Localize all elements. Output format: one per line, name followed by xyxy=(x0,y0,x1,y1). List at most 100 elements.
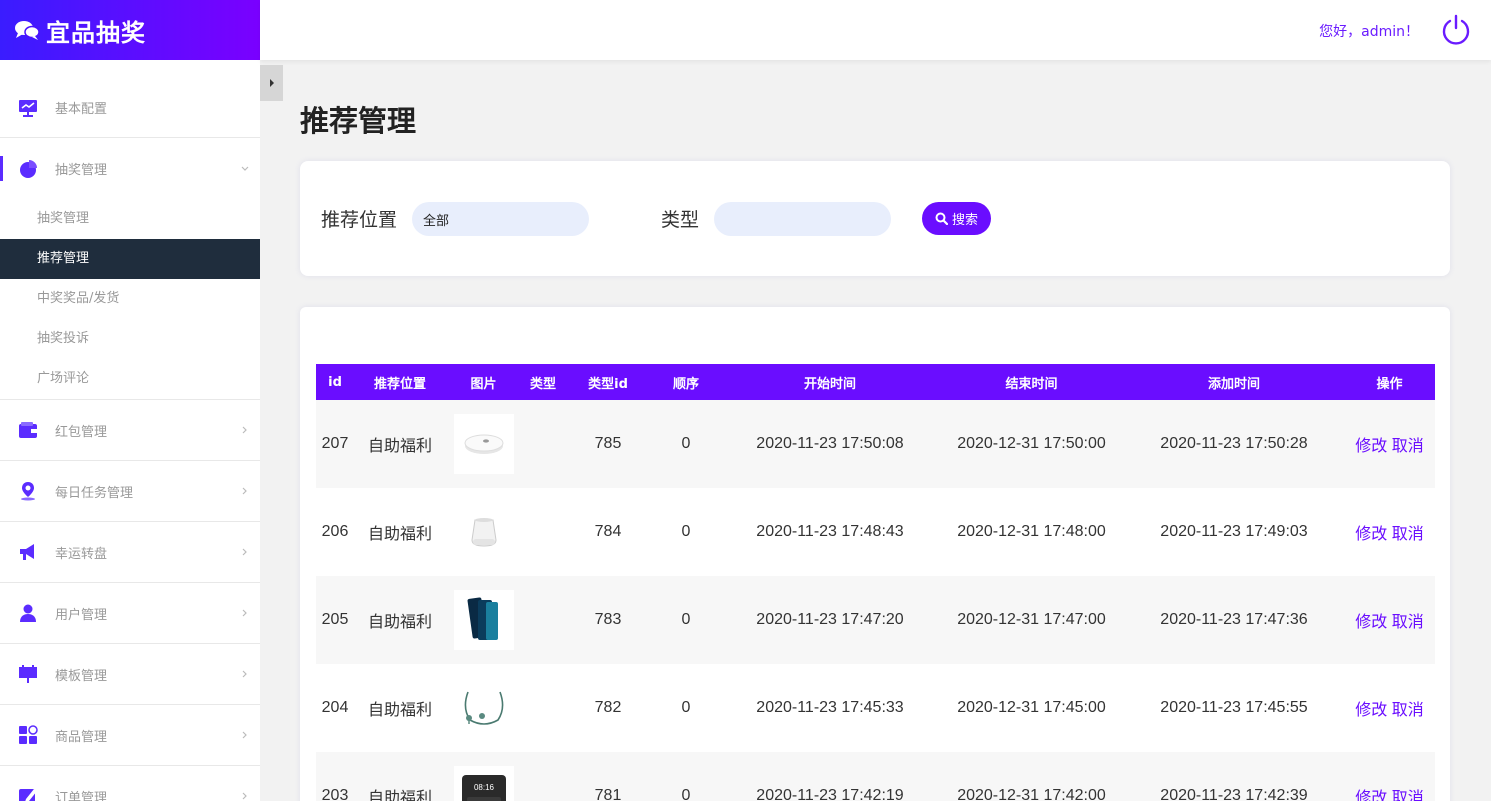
user-greeting[interactable]: 您好，admin！ xyxy=(1319,21,1419,41)
sidebar-collapse-toggle[interactable] xyxy=(260,65,283,101)
humidifier-image[interactable] xyxy=(453,502,514,562)
sidebar: 宜品抽奖 基本配置 抽奖管理 抽奖管理 推荐管理 中奖奖品/发货 抽奖投诉 广场… xyxy=(0,0,260,801)
caret-right-icon xyxy=(269,79,274,87)
type-filter-input[interactable] xyxy=(714,202,891,236)
cell-id: 206 xyxy=(321,523,349,540)
cell-image xyxy=(446,488,521,576)
submenu-item-complaints[interactable]: 抽奖投诉 xyxy=(0,319,260,359)
brand-header[interactable]: 宜品抽奖 xyxy=(0,0,260,60)
column-header-end-time[interactable]: 结束时间 xyxy=(939,364,1124,400)
sidebar-item-label: 抽奖管理 xyxy=(55,163,108,178)
cell-actions: 修改 取消 xyxy=(1344,400,1435,488)
search-button[interactable]: 搜索 xyxy=(922,202,991,235)
pie-chart-icon xyxy=(18,159,38,179)
search-button-label: 搜索 xyxy=(951,213,978,228)
sidebar-item-orders[interactable]: 订单管理 xyxy=(0,766,260,801)
power-icon[interactable] xyxy=(1440,14,1472,46)
cell-actions: 修改 取消 xyxy=(1344,576,1435,664)
cancel-link[interactable]: 取消 xyxy=(1392,438,1424,455)
cancel-link[interactable]: 取消 xyxy=(1392,702,1424,719)
cell-added-time: 2020-11-23 17:49:03 xyxy=(1160,523,1308,540)
cell-type xyxy=(521,488,565,576)
edit-link[interactable]: 修改 xyxy=(1355,526,1387,543)
filter-panel: 推荐位置 类型 搜索 xyxy=(300,161,1450,276)
cell-end-time: 2020-12-31 17:42:00 xyxy=(957,787,1106,801)
cell-type-id: 784 xyxy=(594,523,622,540)
column-header-type[interactable]: 类型 xyxy=(521,364,565,400)
cell-order: 0 xyxy=(681,787,691,801)
column-header-image[interactable]: 图片 xyxy=(446,364,521,400)
column-header-id[interactable]: id xyxy=(316,364,354,400)
cell-type xyxy=(521,400,565,488)
cell-end-time: 2020-12-31 17:45:00 xyxy=(957,699,1106,716)
chevron-right-icon xyxy=(242,548,247,556)
wallet-icon xyxy=(18,420,38,440)
edit-link[interactable]: 修改 xyxy=(1355,702,1387,719)
sidebar-menu: 基本配置 抽奖管理 抽奖管理 推荐管理 中奖奖品/发货 抽奖投诉 广场评论 红包… xyxy=(0,60,260,801)
cell-start-time: 2020-11-23 17:50:08 xyxy=(756,435,904,452)
sidebar-item-lucky-wheel[interactable]: 幸运转盘 xyxy=(0,522,260,583)
submenu-item-plaza-comments[interactable]: 广场评论 xyxy=(0,359,260,399)
cell-end-time: 2020-12-31 17:47:00 xyxy=(957,611,1106,628)
chevron-right-icon xyxy=(242,670,247,678)
chevron-right-icon xyxy=(242,731,247,739)
submenu-item-recommend[interactable]: 推荐管理 xyxy=(0,239,260,279)
cell-type-id: 785 xyxy=(594,435,622,452)
cell-position: 自助福利 xyxy=(367,438,432,455)
sidebar-item-label: 用户管理 xyxy=(55,607,108,623)
robot-vacuum-image[interactable] xyxy=(453,414,514,474)
column-header-added-time[interactable]: 添加时间 xyxy=(1124,364,1344,400)
sidebar-item-label: 基本配置 xyxy=(55,102,108,117)
edit-link[interactable]: 修改 xyxy=(1355,438,1387,455)
smart-clock-screen-text: 08:16 xyxy=(473,783,494,792)
position-filter-input[interactable] xyxy=(412,202,589,236)
cancel-link[interactable]: 取消 xyxy=(1392,526,1424,543)
chevron-right-icon xyxy=(242,609,247,617)
edit-icon xyxy=(18,786,38,801)
smart-clock-image[interactable]: 08:16 xyxy=(453,766,514,801)
cell-start-time: 2020-11-23 17:47:20 xyxy=(756,611,904,628)
earphones-image[interactable] xyxy=(453,678,514,738)
cell-actions: 修改 取消 xyxy=(1344,488,1435,576)
column-header-start-time[interactable]: 开始时间 xyxy=(721,364,939,400)
cell-id: 207 xyxy=(321,435,349,452)
sidebar-item-products[interactable]: 商品管理 xyxy=(0,705,260,766)
cell-position: 自助福利 xyxy=(367,702,432,719)
sidebar-item-label: 模板管理 xyxy=(55,668,108,684)
table-row: 206 自助福利 784 0 2020-11-23 17:48:43 2020-… xyxy=(316,488,1435,576)
submenu-item-prizes-shipping[interactable]: 中奖奖品/发货 xyxy=(0,279,260,319)
edit-link[interactable]: 修改 xyxy=(1355,614,1387,631)
table-row: 203 自助福利 08:16 781 0 2020-11-23 17:42:19… xyxy=(316,752,1435,801)
phones-image[interactable] xyxy=(453,590,514,650)
column-header-position[interactable]: 推荐位置 xyxy=(354,364,446,400)
board-icon xyxy=(18,664,38,684)
chevron-down-icon xyxy=(241,166,249,171)
cell-type xyxy=(521,576,565,664)
sidebar-item-red-packets[interactable]: 红包管理 xyxy=(0,400,260,461)
cell-id: 205 xyxy=(321,611,349,628)
cell-type xyxy=(521,664,565,752)
cell-actions: 修改 取消 xyxy=(1344,664,1435,752)
cancel-link[interactable]: 取消 xyxy=(1392,790,1424,801)
sidebar-item-label: 商品管理 xyxy=(55,729,108,745)
sidebar-item-daily-tasks[interactable]: 每日任务管理 xyxy=(0,461,260,522)
sidebar-item-basic-config[interactable]: 基本配置 xyxy=(0,60,260,138)
map-pin-icon xyxy=(18,481,38,501)
cancel-link[interactable]: 取消 xyxy=(1392,614,1424,631)
chevron-right-icon xyxy=(242,426,247,434)
column-header-type-id[interactable]: 类型id xyxy=(565,364,651,400)
cell-end-time: 2020-12-31 17:50:00 xyxy=(957,435,1106,452)
sidebar-item-lottery-management[interactable]: 抽奖管理 xyxy=(0,138,260,199)
cell-type-id: 783 xyxy=(594,611,622,628)
search-icon xyxy=(935,212,948,225)
table-row: 205 自助福利 783 0 2020-11-23 17:47:20 2020-… xyxy=(316,576,1435,664)
topbar: 您好，admin！ xyxy=(260,0,1491,60)
edit-link[interactable]: 修改 xyxy=(1355,790,1387,801)
sidebar-item-users[interactable]: 用户管理 xyxy=(0,583,260,644)
recommend-table: id 推荐位置 图片 类型 类型id 顺序 开始时间 结束时间 添加时间 操作 … xyxy=(316,364,1435,801)
cell-order: 0 xyxy=(681,523,691,540)
cell-image xyxy=(446,664,521,752)
sidebar-item-templates[interactable]: 模板管理 xyxy=(0,644,260,705)
submenu-item-lottery[interactable]: 抽奖管理 xyxy=(0,199,260,239)
column-header-order[interactable]: 顺序 xyxy=(651,364,721,400)
